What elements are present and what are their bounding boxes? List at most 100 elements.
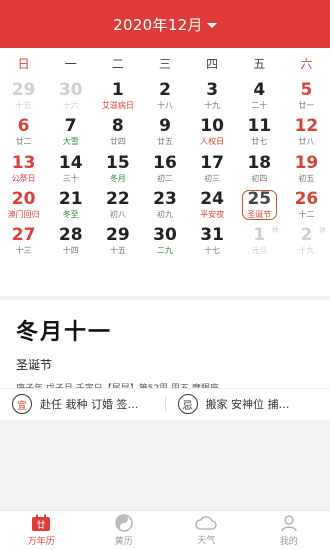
- day-cell[interactable]: 26 十二: [283, 187, 330, 223]
- calendar-grid: 29 十五 30 十六 1 艾滋病日 2 十八 3 十九 4 二十 5 廿一 6 廿二 7 大雪 8 廿四 9 廿五 10 人…: [0, 78, 330, 296]
- day-subtitle: 初九: [156, 210, 173, 220]
- weekday-thu: 四: [206, 56, 219, 71]
- day-number: 8: [111, 116, 124, 137]
- day-subtitle: 初四: [251, 173, 268, 183]
- day-subtitle: 大雪: [62, 137, 79, 147]
- day-number: 2: [300, 225, 313, 246]
- day-number: 4: [253, 80, 266, 101]
- day-cell[interactable]: 30 二九: [141, 223, 188, 259]
- day-cell[interactable]: 5 廿一: [283, 78, 330, 114]
- day-cell: [283, 260, 330, 296]
- day-subtitle: 二十: [251, 101, 268, 111]
- day-subtitle: 廿八: [298, 137, 315, 147]
- day-cell[interactable]: 11 廿七: [236, 114, 283, 150]
- day-cell: [47, 260, 94, 296]
- cloud-icon: [195, 516, 217, 530]
- day-subtitle: 十九: [204, 101, 221, 111]
- weekday-mon: 一: [64, 56, 77, 71]
- day-number: 10: [200, 116, 224, 137]
- day-cell: [141, 260, 188, 296]
- day-cell[interactable]: 29 十五: [94, 223, 141, 259]
- day-subtitle: 廿四: [109, 137, 126, 147]
- day-subtitle: 元旦: [251, 246, 268, 256]
- day-cell[interactable]: 10 人权日: [189, 114, 236, 150]
- day-cell[interactable]: 8 廿四: [94, 114, 141, 150]
- day-cell[interactable]: 3 十九: [189, 78, 236, 114]
- day-cell[interactable]: 29 十五: [0, 78, 47, 114]
- day-subtitle: 十三: [15, 246, 32, 256]
- month-title[interactable]: 2020年12月: [113, 14, 203, 35]
- day-cell[interactable]: 21 冬至: [47, 187, 94, 223]
- day-cell[interactable]: 4 二十: [236, 78, 283, 114]
- day-cell[interactable]: 24 平安夜: [189, 187, 236, 223]
- day-number: 2: [159, 80, 171, 101]
- day-subtitle: 人权日: [200, 137, 225, 147]
- day-cell[interactable]: 12 廿八: [283, 114, 330, 150]
- yi-section[interactable]: 宜 赴任 栽种 订婚 签…: [0, 394, 165, 414]
- nav-profile[interactable]: 我的: [248, 511, 330, 550]
- day-subtitle: 廿五: [156, 137, 173, 147]
- day-number: 27: [11, 225, 36, 246]
- day-cell[interactable]: 16 初二: [141, 151, 188, 187]
- day-cell[interactable]: 18 初四: [236, 151, 283, 187]
- nav-weather[interactable]: 天气: [165, 511, 248, 550]
- day-number: 21: [58, 189, 83, 210]
- day-subtitle: 廿一: [298, 101, 315, 111]
- day-cell[interactable]: 休 2 十九: [283, 223, 330, 259]
- yi-ji-bar[interactable]: 宜 赴任 栽种 订婚 签… 忌 搬家 安神位 捕…: [0, 389, 330, 419]
- day-subtitle: 十六: [62, 101, 79, 111]
- day-number: 22: [106, 189, 130, 210]
- day-cell[interactable]: 6 廿二: [0, 114, 47, 150]
- day-cell[interactable]: 7 大雪: [47, 114, 94, 150]
- yi-text: 赴任 栽种 订婚 签…: [40, 398, 139, 411]
- holiday-badge: 休: [271, 226, 279, 235]
- day-subtitle: 十七: [204, 246, 221, 256]
- day-cell[interactable]: 2 十八: [141, 78, 188, 114]
- day-subtitle: 平安夜: [200, 210, 225, 220]
- day-cell[interactable]: 30 十六: [47, 78, 94, 114]
- festival-name: 圣诞节: [16, 358, 53, 372]
- ji-section[interactable]: 忌 搬家 安神位 捕…: [166, 394, 330, 414]
- day-cell[interactable]: 27 十三: [0, 223, 47, 259]
- nav-calendar[interactable]: 廿 万年历: [0, 511, 83, 550]
- day-subtitle: 初二: [156, 173, 173, 183]
- day-number: 14: [58, 152, 83, 173]
- day-cell[interactable]: 28 十四: [47, 223, 94, 259]
- ji-text: 搬家 安神位 捕…: [205, 398, 290, 411]
- day-cell-selected[interactable]: 25 圣诞节: [236, 187, 283, 223]
- day-cell[interactable]: 1 艾滋病日: [94, 78, 141, 114]
- day-cell[interactable]: 9 廿五: [141, 114, 188, 150]
- day-number: 1: [253, 225, 266, 246]
- month-selector[interactable]: 2020年12月: [0, 0, 330, 48]
- day-number: 15: [106, 152, 130, 173]
- day-cell[interactable]: 13 公祭日: [0, 151, 47, 187]
- day-cell[interactable]: 17 初三: [189, 151, 236, 187]
- day-cell[interactable]: 14 三十: [47, 151, 94, 187]
- nav-profile-label: 我的: [279, 537, 298, 547]
- weekday-header: 日 一 二 三 四 五 六: [0, 48, 330, 78]
- day-cell[interactable]: 23 初九: [141, 187, 188, 223]
- day-cell[interactable]: 15 冬月: [94, 151, 141, 187]
- day-cell[interactable]: 22 初八: [94, 187, 141, 223]
- day-cell[interactable]: 31 十七: [189, 223, 236, 259]
- dropdown-caret-icon[interactable]: [206, 22, 217, 28]
- nav-calendar-label: 万年历: [27, 537, 55, 547]
- day-cell[interactable]: 休 1 元旦: [236, 223, 283, 259]
- day-subtitle: 艾滋病日: [101, 101, 134, 111]
- day-number: 13: [11, 152, 36, 173]
- day-cell[interactable]: 19 初五: [283, 151, 330, 187]
- day-number: 31: [200, 225, 224, 246]
- nav-almanac[interactable]: 黄历: [83, 511, 166, 550]
- day-subtitle: 十二: [298, 210, 315, 220]
- day-number: 1: [111, 80, 124, 101]
- day-number: 9: [159, 116, 171, 137]
- day-number: 30: [58, 80, 83, 101]
- day-subtitle: 初八: [109, 210, 126, 220]
- day-number: 23: [153, 189, 177, 210]
- day-cell: [94, 260, 141, 296]
- day-cell: [189, 260, 236, 296]
- weekday-fri: 五: [253, 56, 266, 71]
- day-subtitle: 十五: [15, 101, 32, 111]
- day-cell[interactable]: 20 澳门回归: [0, 187, 47, 223]
- lunar-date: 冬月十一: [16, 319, 113, 345]
